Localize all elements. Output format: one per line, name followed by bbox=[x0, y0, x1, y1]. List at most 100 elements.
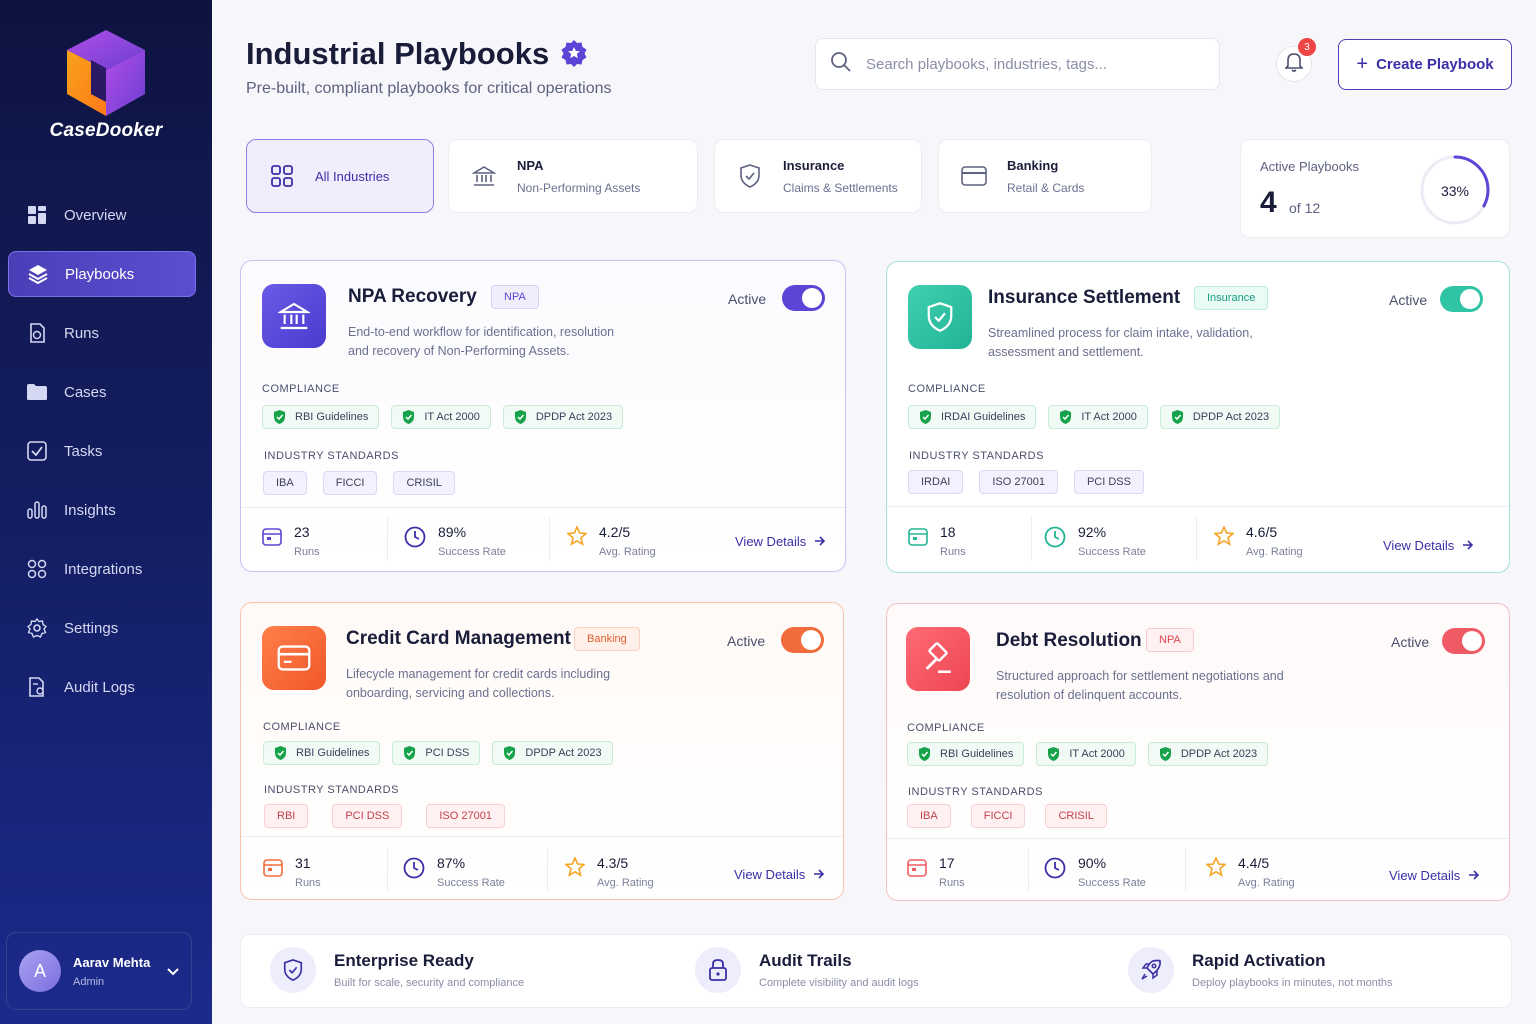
logo[interactable]: CaseDooker bbox=[40, 26, 172, 146]
active-label: Active bbox=[728, 291, 767, 307]
clock-icon bbox=[403, 857, 425, 889]
bank-icon bbox=[471, 163, 497, 189]
check-shield-icon bbox=[402, 410, 415, 424]
check-shield-icon bbox=[273, 410, 286, 424]
sidebar-item-label: Overview bbox=[64, 206, 127, 224]
sidebar-item-playbooks[interactable]: Playbooks bbox=[8, 251, 196, 297]
standard-chip: CRISIL bbox=[1045, 804, 1107, 828]
clock-icon bbox=[404, 526, 426, 558]
playbook-card-credit-card-management[interactable]: Credit Card Management Banking Lifecycle… bbox=[240, 602, 844, 900]
playbook-card-insurance-settlement[interactable]: Insurance Settlement Insurance Streamlin… bbox=[886, 261, 1510, 573]
compliance-chip: DPDP Act 2023 bbox=[502, 405, 624, 429]
card-icon bbox=[262, 626, 326, 690]
feature-title: Enterprise Ready bbox=[334, 951, 474, 970]
standards-list: RBI PCI DSS ISO 27001 bbox=[264, 804, 517, 828]
active-playbooks-card: Active Playbooks 4 of 12 33% bbox=[1240, 139, 1510, 238]
runs-metric: 31 Runs bbox=[263, 855, 321, 889]
gear-icon bbox=[26, 617, 48, 639]
filter-insurance[interactable]: Insurance Claims & Settlements bbox=[714, 139, 922, 213]
compliance-list: RBI Guidelines PCI DSS DPDP Act 2023 bbox=[263, 741, 625, 765]
user-menu[interactable]: A Aarav Mehta Admin bbox=[6, 932, 192, 1010]
rating-metric: 4.3/5 Avg. Rating bbox=[563, 855, 654, 889]
active-toggle[interactable] bbox=[781, 627, 824, 653]
active-toggle[interactable] bbox=[1440, 286, 1483, 312]
page-subtitle: Pre-built, compliant playbooks for criti… bbox=[246, 80, 612, 97]
sidebar-item-tasks[interactable]: Tasks bbox=[8, 428, 196, 474]
industry-tag: NPA bbox=[491, 285, 539, 309]
arrow-right-icon bbox=[1460, 868, 1480, 883]
layers-icon bbox=[27, 263, 49, 285]
verified-badge-icon bbox=[560, 39, 588, 72]
filter-all-industries[interactable]: All Industries bbox=[246, 139, 434, 213]
playbook-card-debt-resolution[interactable]: Debt Resolution NPA Structured approach … bbox=[886, 603, 1510, 901]
view-details-link[interactable]: View Details bbox=[735, 534, 826, 549]
standard-chip: ISO 27001 bbox=[979, 470, 1058, 494]
runs-metric: 18 Runs bbox=[908, 524, 966, 558]
runs-metric: 23 Runs bbox=[262, 524, 320, 558]
playbook-card-npa-recovery[interactable]: NPA Recovery NPA End-to-end workflow for… bbox=[240, 260, 846, 572]
filter-title: Banking bbox=[1007, 157, 1059, 173]
create-playbook-button[interactable]: + Create Playbook bbox=[1338, 39, 1512, 90]
clock-icon bbox=[1044, 857, 1066, 889]
card-divider bbox=[887, 838, 1509, 839]
feature-subtitle: Complete visibility and audit logs bbox=[759, 977, 919, 989]
calendar-icon bbox=[262, 526, 282, 558]
feature-title: Audit Trails bbox=[759, 951, 852, 970]
app-name: CaseDooker bbox=[49, 120, 163, 141]
card-title: Debt Resolution bbox=[996, 630, 1142, 651]
runs-metric: 17 Runs bbox=[907, 855, 965, 889]
check-shield-icon bbox=[1047, 747, 1060, 761]
filter-npa[interactable]: NPA Non-Performing Assets bbox=[448, 139, 698, 213]
apps-grid-icon bbox=[269, 163, 295, 189]
compliance-list: RBI Guidelines IT Act 2000 DPDP Act 2023 bbox=[262, 405, 635, 429]
rocket-icon bbox=[1128, 947, 1174, 993]
card-title: Insurance Settlement bbox=[988, 287, 1181, 308]
sidebar-item-overview[interactable]: Overview bbox=[8, 192, 196, 238]
filter-banking[interactable]: Banking Retail & Cards bbox=[938, 139, 1152, 213]
sidebar-item-runs[interactable]: Runs bbox=[8, 310, 196, 356]
filter-subtitle: Claims & Settlements bbox=[783, 180, 898, 195]
standards-heading: INDUSTRY STANDARDS bbox=[264, 784, 399, 796]
filter-subtitle: Retail & Cards bbox=[1007, 180, 1085, 195]
view-details-link[interactable]: View Details bbox=[734, 867, 825, 882]
search-input[interactable] bbox=[866, 55, 1196, 73]
check-shield-icon bbox=[918, 747, 931, 761]
filter-title: All Industries bbox=[315, 168, 390, 184]
compliance-heading: COMPLIANCE bbox=[907, 722, 985, 734]
stat-count: 4 bbox=[1260, 186, 1277, 219]
view-details-link[interactable]: View Details bbox=[1383, 538, 1474, 553]
compliance-heading: COMPLIANCE bbox=[908, 383, 986, 395]
sidebar-item-settings[interactable]: Settings bbox=[8, 605, 196, 651]
view-details-link[interactable]: View Details bbox=[1389, 868, 1480, 883]
card-title: NPA Recovery bbox=[348, 286, 477, 307]
standards-list: IRDAI ISO 27001 PCI DSS bbox=[908, 470, 1156, 494]
check-shield-icon bbox=[1171, 410, 1184, 424]
sidebar-item-integrations[interactable]: Integrations bbox=[8, 546, 196, 592]
search-icon bbox=[830, 51, 852, 78]
shield-icon bbox=[908, 285, 972, 349]
calendar-icon bbox=[908, 526, 928, 558]
active-toggle[interactable] bbox=[1442, 628, 1485, 654]
grid-icon bbox=[26, 204, 48, 226]
filter-title: Insurance bbox=[783, 157, 845, 173]
sidebar-item-audit-logs[interactable]: Audit Logs bbox=[8, 664, 196, 710]
run-file-icon bbox=[26, 322, 48, 344]
shield-icon bbox=[737, 163, 763, 189]
stat-total: of 12 bbox=[1289, 200, 1321, 216]
sidebar-item-insights[interactable]: Insights bbox=[8, 487, 196, 533]
sidebar-item-label: Audit Logs bbox=[64, 678, 135, 696]
standard-chip: PCI DSS bbox=[332, 804, 403, 828]
lock-icon bbox=[695, 947, 741, 993]
active-toggle[interactable] bbox=[782, 285, 825, 311]
sidebar-item-cases[interactable]: Cases bbox=[8, 369, 196, 415]
rating-metric: 4.6/5 Avg. Rating bbox=[1212, 524, 1303, 558]
gavel-icon bbox=[906, 627, 970, 691]
compliance-chip: RBI Guidelines bbox=[263, 741, 381, 765]
check-shield-icon bbox=[1159, 747, 1172, 761]
star-icon bbox=[563, 855, 587, 889]
search-box[interactable] bbox=[815, 38, 1220, 90]
feature-subtitle: Deploy playbooks in minutes, not months bbox=[1192, 977, 1393, 989]
integrations-icon bbox=[26, 558, 48, 580]
check-shield-icon bbox=[514, 410, 527, 424]
clock-icon bbox=[1044, 526, 1066, 558]
